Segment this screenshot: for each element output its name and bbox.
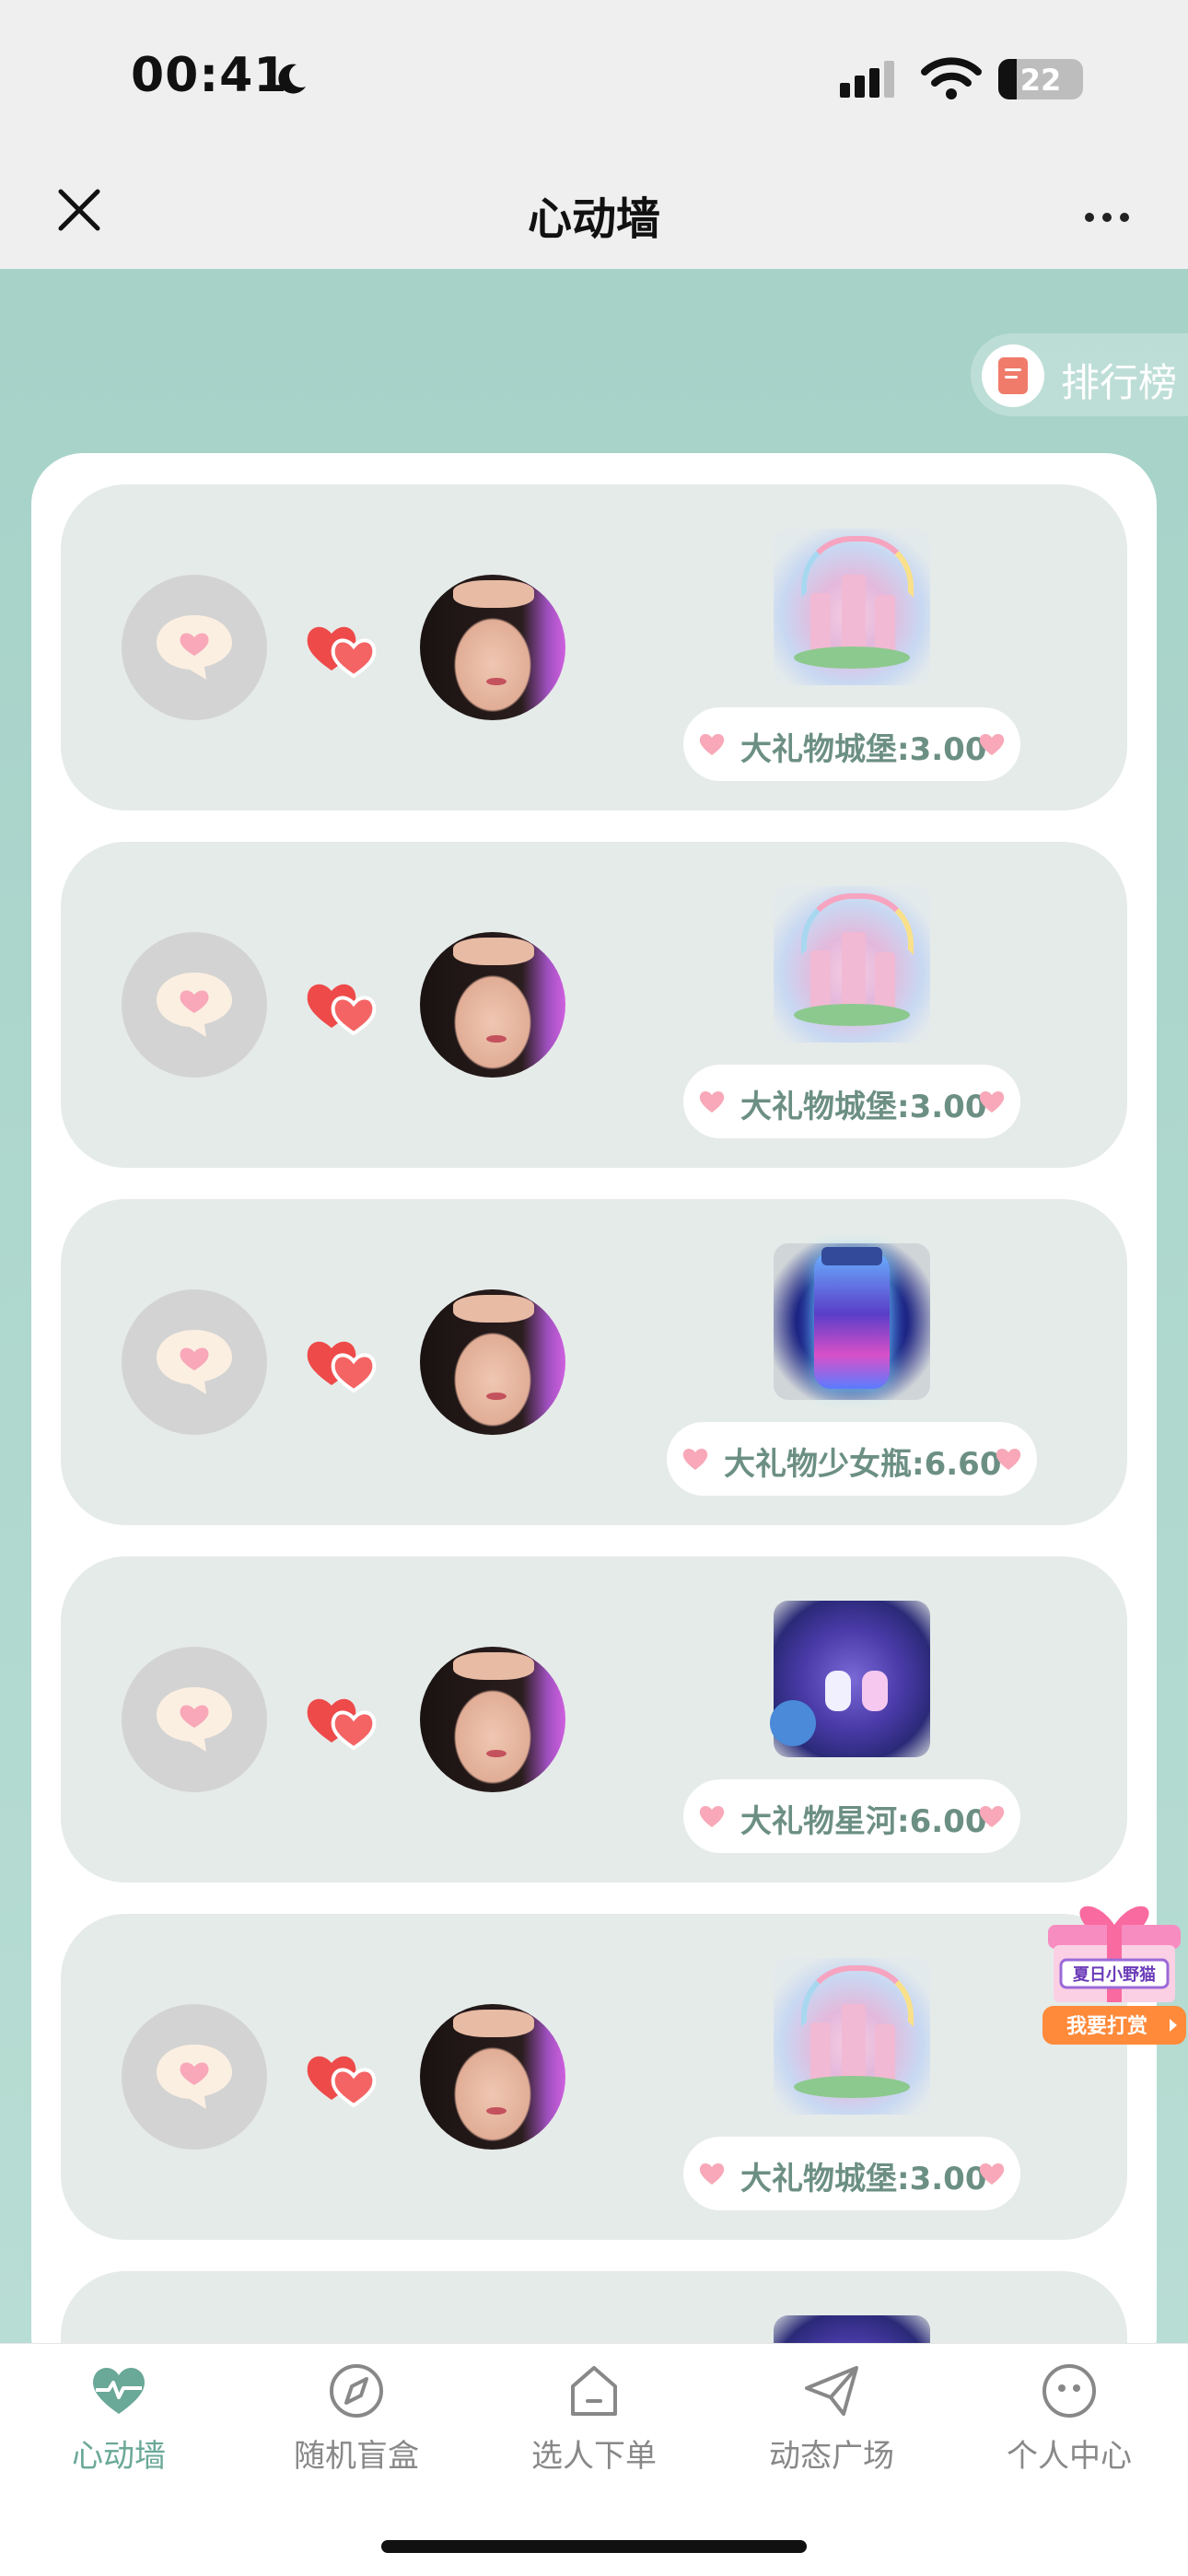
heart-wall-card[interactable]: 大礼物少女瓶:6.60 <box>61 1199 1127 1525</box>
gift-label: 大礼物城堡:3.00 <box>683 2137 1020 2210</box>
gift-label-text: 大礼物城堡:3.00 <box>740 2161 987 2197</box>
heart-icon <box>978 1803 1006 1833</box>
floating-tip-banner[interactable]: 夏日小野猫 我要打赏 <box>1041 1894 1188 2050</box>
paper-plane-icon <box>805 2366 858 2416</box>
heart-wall-card[interactable]: 大礼物星河:6.00 <box>61 1556 1127 1882</box>
heart-icon <box>698 731 726 761</box>
nav-bar: 心动墙 <box>0 157 1188 269</box>
heart-wall-card[interactable]: 大礼物城堡:3.00 <box>61 1914 1127 2240</box>
heart-wall-card[interactable]: 大礼物城堡:3.00 <box>61 484 1127 810</box>
heart-wall-card[interactable] <box>61 2271 1127 2343</box>
heart-icon <box>978 1089 1006 1118</box>
gift-label: 大礼物少女瓶:6.60 <box>667 1422 1037 1496</box>
moon-icon <box>278 64 306 94</box>
avatar[interactable] <box>420 1289 565 1435</box>
gift-label: 大礼物城堡:3.00 <box>683 1065 1020 1138</box>
compass-icon <box>330 2364 383 2418</box>
battery-level: 22 <box>1019 63 1062 98</box>
ranking-button[interactable]: 排行榜 <box>971 333 1188 416</box>
status-time: 00:41 <box>131 48 288 103</box>
message-heart-icon[interactable] <box>122 932 267 1078</box>
tab-label: 个人中心 <box>1007 2438 1132 2475</box>
heart-icon <box>995 1446 1022 1475</box>
home-icon <box>571 2366 617 2416</box>
page-title: 心动墙 <box>527 193 660 245</box>
tab-profile[interactable]: 个人中心 <box>950 2360 1188 2476</box>
avatar[interactable] <box>420 2004 565 2150</box>
tab-label: 动态广场 <box>769 2438 894 2475</box>
battery-tip <box>1077 72 1083 87</box>
tab-label: 随机盲盒 <box>294 2438 419 2475</box>
double-heart-icon <box>307 1698 377 1751</box>
tab-place-order[interactable]: 选人下单 <box>475 2360 713 2476</box>
floating-banner-title: 夏日小野猫 <box>1073 1964 1156 1985</box>
heart-wall-content[interactable]: 排行榜 大礼物城堡:3.00 大礼物城堡:3.00 大礼物少女瓶:6.60 大礼物星河… <box>0 269 1188 2343</box>
face-icon <box>1042 2364 1096 2418</box>
heart-icon <box>698 1803 726 1833</box>
tab-feed-square[interactable]: 动态广场 <box>713 2360 950 2476</box>
ranking-icon <box>982 344 1044 407</box>
message-heart-icon[interactable] <box>122 2004 267 2150</box>
gift-label-text: 大礼物城堡:3.00 <box>740 731 987 768</box>
tab-heart-wall[interactable]: 心动墙 <box>0 2360 238 2476</box>
double-heart-icon <box>307 984 377 1036</box>
heart-icon <box>698 1089 726 1118</box>
home-indicator <box>381 2540 807 2553</box>
heart-icon <box>978 2161 1006 2190</box>
message-heart-icon[interactable] <box>122 1647 267 1792</box>
message-heart-icon[interactable] <box>122 1289 267 1435</box>
wifi-icon <box>921 57 982 99</box>
card-list: 大礼物城堡:3.00 大礼物城堡:3.00 大礼物少女瓶:6.60 大礼物星河:6.0… <box>31 453 1157 2343</box>
gift-image <box>774 1243 930 1400</box>
gift-image <box>770 1601 930 1757</box>
tab-blind-box[interactable]: 随机盲盒 <box>238 2360 475 2476</box>
battery-icon: 22 <box>998 59 1083 99</box>
double-heart-icon <box>307 1341 377 1393</box>
gift-label: 大礼物城堡:3.00 <box>683 707 1020 781</box>
tab-label: 选人下单 <box>531 2438 657 2475</box>
tab-label: 心动墙 <box>72 2438 166 2475</box>
heart-wall-card[interactable]: 大礼物城堡:3.00 <box>61 842 1127 1168</box>
avatar[interactable] <box>420 932 565 1078</box>
status-bar: 00:41 22 <box>0 0 1188 157</box>
message-heart-icon[interactable] <box>122 575 267 720</box>
heart-icon <box>978 731 1006 761</box>
more-options-icon[interactable] <box>1085 208 1137 226</box>
gift-image <box>774 886 930 1043</box>
gift-label: 大礼物星河:6.00 <box>683 1779 1020 1853</box>
ranking-label: 排行榜 <box>1061 360 1178 405</box>
signal-icon <box>840 61 894 98</box>
gift-image <box>774 529 930 685</box>
double-heart-icon <box>307 2056 377 2108</box>
double-heart-icon <box>307 626 377 679</box>
avatar[interactable] <box>420 575 565 720</box>
gift-image <box>774 1958 930 2115</box>
heart-icon <box>681 1446 709 1475</box>
gift-image <box>774 2315 930 2343</box>
gift-label-text: 大礼物星河:6.00 <box>740 1803 987 1840</box>
avatar[interactable] <box>420 1647 565 1792</box>
gift-label-text: 大礼物城堡:3.00 <box>740 1089 987 1125</box>
floating-banner-button: 我要打赏 <box>1066 2015 1147 2038</box>
gift-label-text: 大礼物少女瓶:6.60 <box>724 1446 1002 1483</box>
heart-pulse-icon <box>93 2367 145 2414</box>
heart-icon <box>698 2161 726 2190</box>
